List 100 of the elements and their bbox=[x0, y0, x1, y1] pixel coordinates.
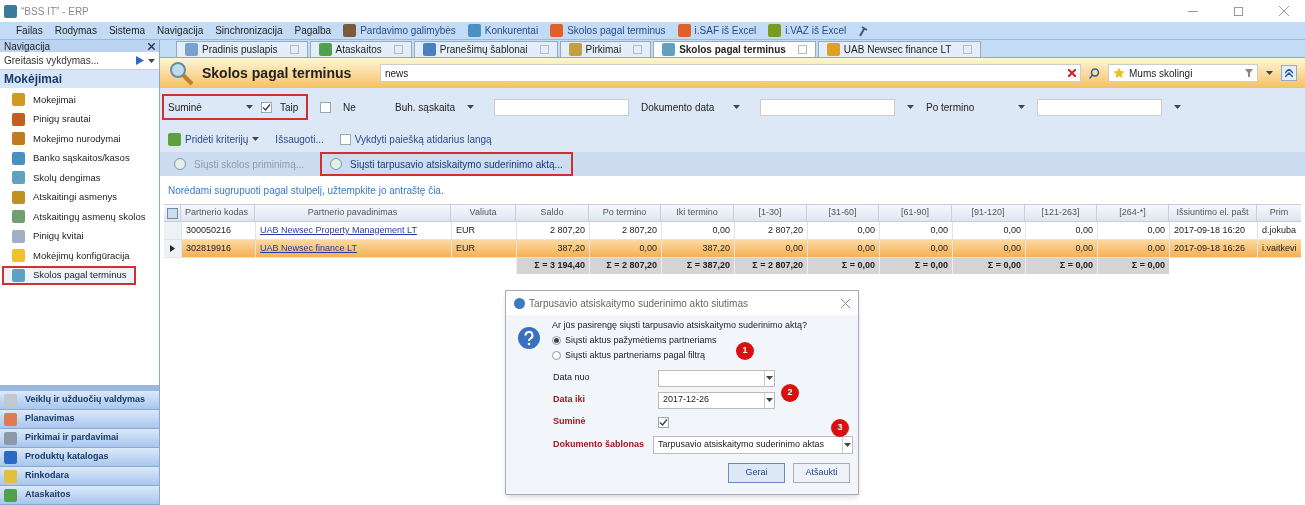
tab-close-icon[interactable] bbox=[633, 45, 643, 54]
column-header[interactable]: [61-90] bbox=[878, 205, 951, 221]
tab-close-icon[interactable] bbox=[539, 45, 549, 54]
close-icon[interactable] bbox=[148, 42, 155, 50]
menu-item-icon bbox=[768, 24, 782, 37]
clear-icon[interactable] bbox=[1068, 69, 1076, 77]
module-button[interactable]: Veiklų ir užduočių valdymas bbox=[0, 391, 159, 410]
sidebar-item[interactable]: Skolos pagal terminus bbox=[2, 265, 137, 285]
sidebar-item[interactable]: Pinigų srautai bbox=[2, 109, 101, 129]
menu-item[interactable]: i.SAF iš Excel bbox=[694, 23, 757, 38]
dialog-button[interactable]: Gerai bbox=[728, 463, 785, 483]
input-field[interactable] bbox=[494, 98, 629, 116]
module-button[interactable]: Pirkimai ir pardavimai bbox=[0, 429, 159, 448]
sidebar-item[interactable]: Banko sąskaitos/kasos bbox=[2, 148, 140, 168]
menu-item[interactable]: Navigacija bbox=[157, 23, 204, 38]
menu-item[interactable]: Konkurentai bbox=[484, 23, 539, 38]
filter-label: Po termino bbox=[926, 100, 976, 115]
funnel-icon bbox=[1245, 69, 1253, 77]
row-indicator[interactable] bbox=[164, 240, 181, 257]
column-header[interactable]: Valiuta bbox=[450, 205, 515, 221]
collapse-icon[interactable] bbox=[1281, 65, 1297, 81]
partner-link[interactable]: UAB Newsec Property Management LT bbox=[255, 222, 451, 239]
radio-button[interactable] bbox=[552, 336, 561, 345]
dialog-title: Tarpusavio atsiskaitymo suderinimo akto siutimas bbox=[529, 296, 749, 311]
restore-icon[interactable] bbox=[1234, 6, 1243, 16]
sidebar-item[interactable]: Mokėjimų konfigūracija bbox=[2, 246, 140, 266]
sidebar-item[interactable]: Atskaitingi asmenys bbox=[2, 187, 127, 207]
menu-item[interactable]: Failas bbox=[16, 23, 43, 38]
table-cell: 2 807,20 bbox=[589, 222, 661, 239]
tab-close-icon[interactable] bbox=[797, 45, 807, 54]
quick-run-field[interactable]: Greitasis vykdymas... bbox=[4, 53, 132, 68]
radio-button[interactable] bbox=[552, 351, 561, 360]
close-icon[interactable] bbox=[841, 298, 850, 308]
module-button[interactable]: Ataskaitos bbox=[0, 486, 159, 505]
sidebar-item[interactable]: Skolų dengimas bbox=[2, 168, 111, 188]
column-header[interactable]: [264-*] bbox=[1096, 205, 1168, 221]
sidebar-item[interactable]: Mokejimai bbox=[2, 90, 86, 110]
tab[interactable]: Pirkimai bbox=[559, 41, 652, 57]
tab-close-icon[interactable] bbox=[963, 45, 973, 54]
table-cell: 0,00 bbox=[952, 222, 1025, 239]
dialog-button[interactable]: Atšaukti bbox=[793, 463, 850, 483]
module-button[interactable]: Planavimas bbox=[0, 410, 159, 429]
column-header[interactable]: Iki termino bbox=[660, 205, 733, 221]
menu-item[interactable]: i.VAZ iš Excel bbox=[785, 23, 847, 38]
tab-close-icon[interactable] bbox=[289, 45, 299, 54]
date-field[interactable] bbox=[1037, 98, 1162, 116]
column-header[interactable]: Partnerio pavadinimas bbox=[254, 205, 450, 221]
pin-icon[interactable] bbox=[858, 24, 869, 37]
tab[interactable]: Ataskaitos bbox=[309, 41, 412, 57]
date-field[interactable]: 2017-12-26 bbox=[658, 391, 775, 409]
partner-link[interactable]: UAB Newsec finance LT bbox=[255, 240, 451, 257]
checkbox[interactable] bbox=[320, 101, 331, 113]
search-field[interactable]: news bbox=[380, 64, 1081, 82]
sidebar-item[interactable]: Pinigų kvitai bbox=[2, 226, 94, 246]
tab-icon bbox=[318, 43, 332, 56]
menu-item[interactable]: Sinchronizacija bbox=[215, 23, 283, 38]
total-cell: Σ = 0,00 bbox=[1025, 258, 1097, 274]
template-dropdown[interactable]: Tarpusavio atsiskaitymo suderinimo aktas bbox=[653, 436, 853, 454]
table-row[interactable]: 302819916 UAB Newsec finance LT EUR 387,20 0,00 387,20 0,00 0,00 0,00 0,00 0,00 0,00 2017-09-18 16:26 i.vaitkevi bbox=[164, 240, 1301, 258]
column-chooser-icon[interactable] bbox=[164, 205, 180, 221]
action-button[interactable]: Siųsti tarpusavio atsiskaitymo suderinimo aktą... bbox=[320, 152, 573, 176]
checkbox[interactable] bbox=[658, 416, 669, 428]
tab[interactable]: Pradinis puslapis bbox=[176, 41, 308, 57]
column-header[interactable]: [121-263] bbox=[1024, 205, 1096, 221]
tab[interactable]: Pranešimų šablonai bbox=[413, 41, 558, 57]
checkbox[interactable] bbox=[261, 101, 272, 113]
module-button[interactable]: Produktų katalogas bbox=[0, 448, 159, 467]
checkbox[interactable] bbox=[339, 133, 351, 145]
total-cell: Σ = 0,00 bbox=[879, 258, 952, 274]
menu-item-icon bbox=[12, 210, 25, 224]
column-header[interactable]: Prim bbox=[1256, 205, 1301, 221]
column-header[interactable]: Saldo bbox=[515, 205, 588, 221]
date-field[interactable] bbox=[658, 369, 775, 387]
column-header[interactable]: [31-60] bbox=[806, 205, 878, 221]
sidebar-item[interactable]: Mokejimo nurodymai bbox=[2, 129, 131, 149]
filter-dropdown[interactable]: Mums skolingi bbox=[1108, 64, 1258, 82]
column-header[interactable]: Po termino bbox=[588, 205, 660, 221]
column-header[interactable]: [91-120] bbox=[951, 205, 1024, 221]
column-header[interactable]: Partnerio kodas bbox=[180, 205, 254, 221]
total-cell: Σ = 2 807,20 bbox=[589, 258, 661, 274]
add-criteria-button[interactable]: Pridėti kriterijų bbox=[185, 131, 249, 147]
module-button[interactable]: Rinkodara bbox=[0, 467, 159, 486]
menu-item[interactable]: Rodymas bbox=[54, 23, 97, 38]
sum-filter[interactable]: Suminė Taip bbox=[162, 94, 308, 120]
column-header[interactable]: Išsiuntimo el. pašt bbox=[1168, 205, 1256, 221]
date-field[interactable] bbox=[760, 98, 895, 116]
menu-item[interactable]: Pagalba bbox=[294, 23, 332, 38]
search-icon[interactable] bbox=[1089, 67, 1100, 79]
tab[interactable]: UAB Newsec finance LT bbox=[817, 41, 982, 57]
sidebar-item[interactable]: Atskaitingų asmenų skolos bbox=[2, 207, 156, 227]
menu-item[interactable]: Skolos pagal terminus bbox=[567, 23, 666, 38]
menu-item[interactable]: Pardavimo galimybės bbox=[360, 23, 456, 38]
tab-close-icon[interactable] bbox=[393, 45, 403, 54]
menu-item[interactable]: Sistema bbox=[108, 23, 146, 38]
minimize-icon[interactable] bbox=[1188, 10, 1198, 12]
save-button[interactable]: Išsaugoti... bbox=[275, 131, 324, 147]
run-arrow-icon[interactable] bbox=[136, 56, 144, 65]
table-cell: 2017-09-18 16:20 bbox=[1169, 222, 1257, 239]
column-header[interactable]: [1-30] bbox=[733, 205, 806, 221]
tab[interactable]: Skolos pagal terminus bbox=[653, 41, 816, 57]
